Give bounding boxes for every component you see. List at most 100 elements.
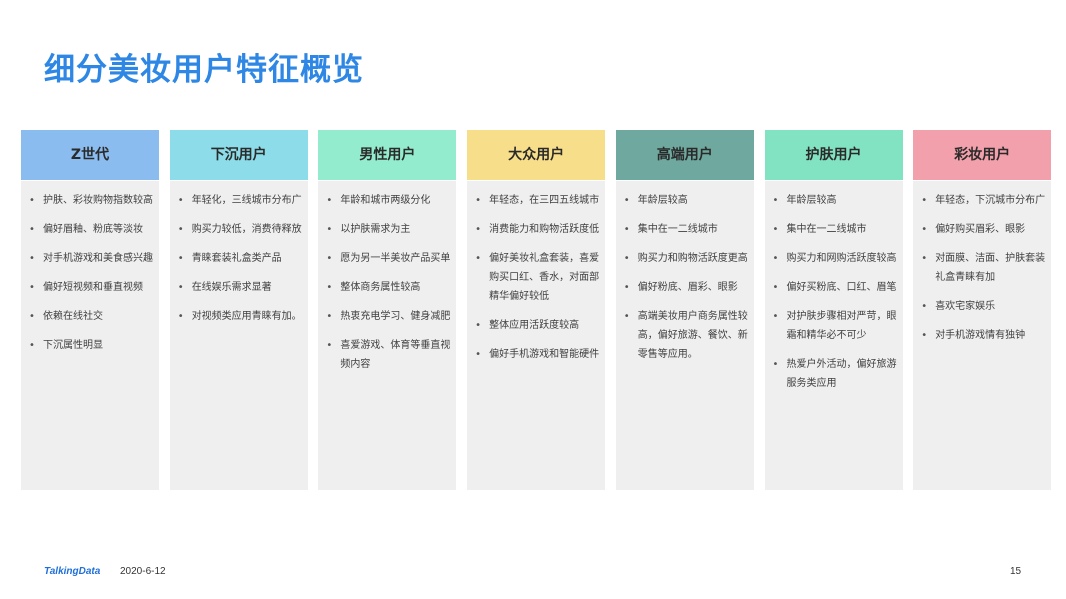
list-item-text: 喜欢宅家娱乐 xyxy=(935,301,996,312)
list-item: • 在线娱乐需求显著 xyxy=(178,278,304,297)
list-item-text: 整体应用活跃度较高 xyxy=(489,320,580,331)
list-item: • 消费能力和购物活跃度低 xyxy=(475,220,601,239)
list-item: • 对护肤步骤相对严苛，眼霜和精华必不可少 xyxy=(773,307,899,345)
list-item-text: 偏好手机游戏和智能硬件 xyxy=(489,349,600,360)
segment-columns: Z世代 • 护肤、彩妆购物指数较高 • 偏好眉釉、粉底等淡妆 • 对手机游戏和美食感兴趣 • 偏… xyxy=(21,130,1052,490)
bullet-icon: • xyxy=(475,224,481,235)
list-item: • 热衷充电学习、健身减肥 xyxy=(326,307,452,326)
bullet-icon: • xyxy=(326,311,333,322)
list-item-text: 喜爱游戏、体育等垂直视频内容 xyxy=(340,340,451,370)
list-item: • 年龄层较高 xyxy=(624,191,750,210)
list-item-text: 对手机游戏情有独钟 xyxy=(935,330,1026,341)
segment-header: 大众用户 xyxy=(467,130,606,180)
bullet-icon: • xyxy=(29,195,35,206)
list-item-text: 对视频类应用青睐有加。 xyxy=(191,311,302,322)
list-item-text: 偏好美妆礼盒套装，喜爱购买口红、香水，对面部精华偏好较低 xyxy=(489,253,600,302)
footer-date: 2020-6-12 xyxy=(120,566,166,577)
list-item-text: 年龄和城市两级分化 xyxy=(340,195,431,206)
page-number: 15 xyxy=(1010,566,1022,577)
segment-header: 护肤用户 xyxy=(764,130,903,180)
list-item-text: 对手机游戏和美食感兴趣 xyxy=(43,253,153,264)
bullet-icon: • xyxy=(326,340,333,351)
segment-body: • 年龄层较高 • 集中在一二线城市 • 购买力和购物活跃度更高 • 偏好粉底、眉彩、眼影 • 高… xyxy=(615,180,754,490)
list-item: • 偏好购买眉彩、眼影 xyxy=(921,220,1047,239)
segment-column-z-gen: Z世代 • 护肤、彩妆购物指数较高 • 偏好眉釉、粉底等淡妆 • 对手机游戏和美食感兴趣 • 偏… xyxy=(21,130,159,490)
list-item: • 偏好买粉底、口红、眉笔 xyxy=(773,278,899,297)
bullet-icon: • xyxy=(772,253,779,264)
list-item: • 对手机游戏情有独钟 xyxy=(921,326,1047,345)
bullet-icon: • xyxy=(772,282,779,293)
bullet-icon: • xyxy=(29,224,35,235)
segment-header: 彩妆用户 xyxy=(913,130,1052,180)
bullet-icon: • xyxy=(475,320,481,331)
bullet-icon: • xyxy=(326,195,333,206)
bullet-icon: • xyxy=(29,282,35,293)
bullet-icon: • xyxy=(623,224,630,235)
list-item: • 偏好粉底、眉彩、眼影 xyxy=(624,278,750,297)
list-item-text: 年龄层较高 xyxy=(637,195,688,206)
list-item-text: 消费能力和购物活跃度低 xyxy=(489,224,600,235)
list-item-text: 集中在一二线城市 xyxy=(637,224,718,235)
footer-logo: TalkingData xyxy=(44,566,101,577)
segment-column-mass: 大众用户 • 年轻态，在三四五线城市 • 消费能力和购物活跃度低 • 偏好美妆礼盒套装，喜爱… xyxy=(467,130,606,490)
list-item-text: 购买力和网购活跃度较高 xyxy=(786,253,897,264)
list-item-text: 高端美妆用户商务属性较高，偏好旅游、餐饮、新零售等应用。 xyxy=(637,311,748,360)
list-item-text: 在线娱乐需求显著 xyxy=(191,282,272,293)
list-item-text: 青睐套装礼盒类产品 xyxy=(191,253,282,264)
list-item: • 喜爱游戏、体育等垂直视频内容 xyxy=(326,336,452,374)
list-item: • 偏好手机游戏和智能硬件 xyxy=(475,345,601,364)
segment-column-male: 男性用户 • 年龄和城市两级分化 • 以护肤需求为主 • 愿为另一半美妆产品买单 • 整体商务属… xyxy=(318,130,457,490)
list-item: • 整体商务属性较高 xyxy=(326,278,452,297)
list-item-text: 年龄层较高 xyxy=(786,195,837,206)
bullet-icon: • xyxy=(921,330,928,341)
segment-body: • 年龄和城市两级分化 • 以护肤需求为主 • 愿为另一半美妆产品买单 • 整体商务属性较高 •… xyxy=(318,180,457,490)
list-item: • 年龄和城市两级分化 xyxy=(326,191,452,210)
list-item-text: 购买力和购物活跃度更高 xyxy=(637,253,748,264)
segment-header: 男性用户 xyxy=(318,130,457,180)
list-item: • 喜欢宅家娱乐 xyxy=(921,297,1047,316)
list-item: • 购买力和购物活跃度更高 xyxy=(624,249,750,268)
bullet-icon: • xyxy=(921,301,928,312)
list-item: • 对手机游戏和美食感兴趣 xyxy=(29,249,155,268)
list-item-text: 偏好购买眉彩、眼影 xyxy=(935,224,1026,235)
list-item-text: 购买力较低，消费待释放 xyxy=(191,224,302,235)
bullet-icon: • xyxy=(177,195,184,206)
segment-column-skincare: 护肤用户 • 年龄层较高 • 集中在一二线城市 • 购买力和网购活跃度较高 • 偏好买粉底、口红… xyxy=(764,130,903,490)
bullet-icon: • xyxy=(326,282,333,293)
list-item-text: 年轻态，在三四五线城市 xyxy=(489,195,600,206)
list-item-text: 整体商务属性较高 xyxy=(340,282,421,293)
bullet-icon: • xyxy=(326,253,333,264)
list-item: • 购买力和网购活跃度较高 xyxy=(773,249,899,268)
list-item: • 依赖在线社交 xyxy=(29,307,155,326)
list-item: • 集中在一二线城市 xyxy=(624,220,750,239)
page-title: 细分美妆用户特征概览 xyxy=(44,52,364,88)
list-item: • 对视频类应用青睐有加。 xyxy=(178,307,304,326)
list-item-text: 偏好眉釉、粉底等淡妆 xyxy=(43,224,143,235)
list-item: • 偏好眉釉、粉底等淡妆 xyxy=(29,220,155,239)
list-item-text: 愿为另一半美妆产品买单 xyxy=(340,253,451,264)
list-item-text: 年轻态，下沉城市分布广 xyxy=(935,195,1046,206)
bullet-icon: • xyxy=(921,224,928,235)
bullet-icon: • xyxy=(29,311,35,322)
list-item: • 偏好短视频和垂直视频 xyxy=(29,278,155,297)
list-item-text: 偏好粉底、眉彩、眼影 xyxy=(637,282,738,293)
list-item: • 以护肤需求为主 xyxy=(326,220,452,239)
bullet-icon: • xyxy=(177,311,184,322)
bullet-icon: • xyxy=(326,224,333,235)
segment-body: • 年轻态，在三四五线城市 • 消费能力和购物活跃度低 • 偏好美妆礼盒套装，喜爱购买口红… xyxy=(467,180,606,490)
bullet-icon: • xyxy=(475,195,481,206)
bullet-icon: • xyxy=(623,195,630,206)
bullet-icon: • xyxy=(772,224,779,235)
segment-body: • 护肤、彩妆购物指数较高 • 偏好眉釉、粉底等淡妆 • 对手机游戏和美食感兴趣 • 偏好短视… xyxy=(21,180,159,490)
list-item-text: 对面膜、洁面、护肤套装礼盒青睐有加 xyxy=(935,253,1046,283)
bullet-icon: • xyxy=(772,311,779,322)
list-item: • 下沉属性明显 xyxy=(29,336,155,355)
list-item: • 整体应用活跃度较高 xyxy=(475,316,601,335)
segment-header: 高端用户 xyxy=(615,130,754,180)
segment-body: • 年轻态，下沉城市分布广 • 偏好购买眉彩、眼影 • 对面膜、洁面、护肤套装礼盒青睐有加… xyxy=(913,180,1052,490)
bullet-icon: • xyxy=(475,253,481,264)
segment-header: 下沉用户 xyxy=(169,130,308,180)
list-item: • 集中在一二线城市 xyxy=(773,220,899,239)
list-item-text: 护肤、彩妆购物指数较高 xyxy=(43,195,153,206)
list-item-text: 对护肤步骤相对严苛，眼霜和精华必不可少 xyxy=(786,311,897,341)
